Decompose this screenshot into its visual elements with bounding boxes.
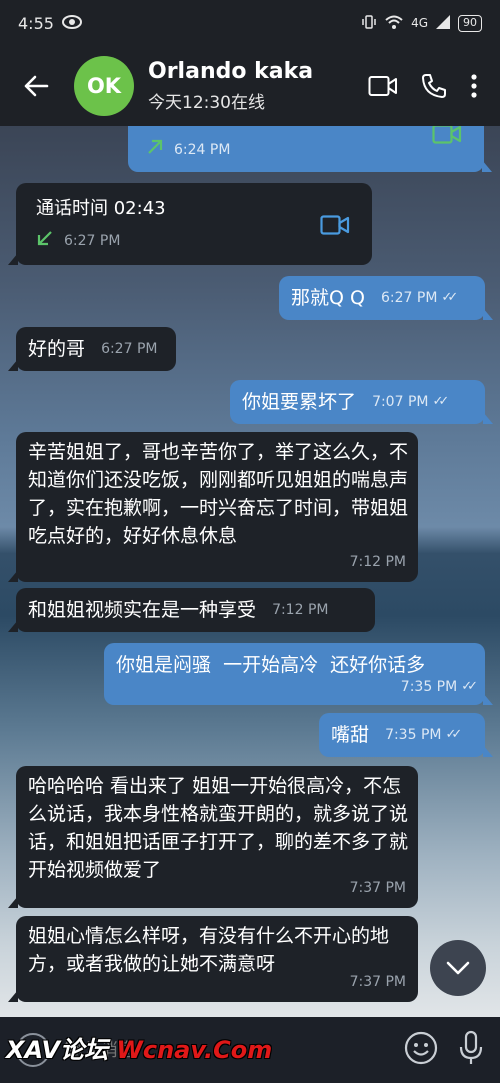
message-bubble-incoming[interactable]: 姐姐心情怎么样呀，有没有什么不开心的地方，或者我做的让她不满意呀 7:37 PM (8, 916, 418, 1002)
chevron-down-icon (446, 961, 470, 975)
message-time: 6:27 PM (64, 233, 121, 249)
message-bubble-incoming[interactable]: 辛苦姐姐了，哥也辛苦你了，举了这么久，不知道你们还没吃饭，刚刚都听见姐姐的喘息声… (8, 432, 418, 582)
message-bubble-incoming[interactable]: 和姐姐视频实在是一种享受 7:12 PM (8, 588, 375, 632)
video-camera-icon (368, 76, 397, 96)
read-receipt-icon: ✓✓ (432, 394, 449, 409)
network-label: 4G (411, 16, 428, 30)
voice-record-button[interactable] (458, 1030, 484, 1070)
contact-name: Orlando kaka (148, 59, 314, 84)
video-call-button[interactable] (368, 75, 398, 97)
watermark: XAV论坛 Wcnav.Com (6, 1030, 272, 1065)
outgoing-arrow-icon (146, 136, 164, 164)
contact-info[interactable]: Orlando kaka 今天12:30在线 (148, 59, 368, 113)
message-text: 你姐要累坏了 (242, 391, 357, 413)
message-bubble-outgoing[interactable]: 那就Q Q 6:27 PM ✓✓ (279, 276, 493, 320)
microphone-icon (459, 1030, 483, 1064)
message-time: 7:37 PM (349, 974, 406, 990)
phone-icon (422, 74, 446, 98)
video-call-icon (432, 126, 462, 152)
back-arrow-icon (24, 75, 49, 97)
message-text: 好的哥 (28, 338, 86, 360)
vibrate-icon (361, 14, 377, 33)
message-bubble-incoming[interactable]: 好的哥 6:27 PM (8, 327, 176, 371)
message-time: 7:12 PM (349, 554, 406, 570)
message-bubble-incoming[interactable]: 哈哈哈哈 看出来了 姐姐一开始很高冷，不怎么说话，我本身性格就蛮开朗的，就多说了… (8, 766, 418, 908)
message-bubble-outgoing[interactable]: 6:24 PM (128, 126, 492, 172)
watermark-text-2: Wcnav.Com (116, 1036, 273, 1064)
battery-indicator: 90 (458, 14, 482, 32)
read-receipt-icon: ✓✓ (441, 290, 458, 305)
wifi-icon (385, 15, 403, 32)
message-text: 姐姐心情怎么样呀，有没有什么不开心的地方，或者我做的让她不满意呀 (28, 925, 390, 975)
scroll-down-button[interactable] (430, 940, 486, 996)
watermark-text-1: XAV论坛 (6, 1036, 109, 1064)
message-time: 7:35 PM (385, 727, 442, 743)
message-list[interactable]: 6:24 PM 通话时间 02:43 6:27 PM 那就Q Q 6:27 PM… (0, 126, 500, 1017)
message-time: 7:12 PM (272, 602, 329, 618)
message-bubble-outgoing[interactable]: 嘴甜 7:35 PM ✓✓ (319, 713, 493, 757)
message-time: 7:35 PM (400, 679, 458, 695)
chat-header: OK Orlando kaka 今天12:30在线 (0, 46, 500, 126)
avatar[interactable]: OK (74, 56, 134, 116)
message-time: 6:24 PM (174, 142, 231, 158)
message-text: 通话时间 02:43 (36, 198, 166, 219)
signal-icon (436, 14, 450, 32)
contact-status: 今天12:30在线 (148, 93, 265, 113)
more-menu-button[interactable] (470, 73, 478, 99)
message-time: 7:37 PM (349, 880, 406, 896)
read-receipt-icon: ✓✓ (461, 679, 478, 694)
back-button[interactable] (16, 46, 56, 126)
message-bubble-outgoing[interactable]: 你姐要累坏了 7:07 PM ✓✓ (230, 380, 493, 424)
message-text: 嘴甜 (331, 724, 370, 746)
voice-call-button[interactable] (420, 72, 448, 100)
message-bubble-outgoing[interactable]: 你姐是闷骚 一开始高冷 还好你话多 7:35 PM ✓✓ (104, 643, 493, 705)
emoji-button[interactable] (404, 1031, 438, 1069)
emoji-icon (404, 1031, 438, 1065)
message-text: 哈哈哈哈 看出来了 姐姐一开始很高冷，不怎么说话，我本身性格就蛮开朗的，就多说了… (28, 775, 409, 881)
eye-icon (61, 14, 82, 33)
message-time: 7:07 PM (372, 394, 429, 410)
more-vertical-icon (471, 74, 477, 98)
message-bubble-incoming[interactable]: 通话时间 02:43 6:27 PM (8, 183, 372, 265)
message-text: 那就Q Q (291, 287, 365, 309)
message-text: 辛苦姐姐了，哥也辛苦你了，举了这么久，不知道你们还没吃饭，刚刚都听见姐姐的喘息声… (28, 441, 409, 547)
message-time: 6:27 PM (381, 290, 438, 306)
clock: 4:55 (18, 13, 54, 33)
message-text: 和姐姐视频实在是一种享受 (28, 599, 257, 621)
incoming-arrow-icon (36, 227, 54, 255)
read-receipt-icon: ✓✓ (445, 727, 462, 742)
message-time: 6:27 PM (101, 341, 158, 357)
status-bar: 4:55 4G 90 (0, 0, 500, 46)
video-call-icon (320, 215, 350, 243)
